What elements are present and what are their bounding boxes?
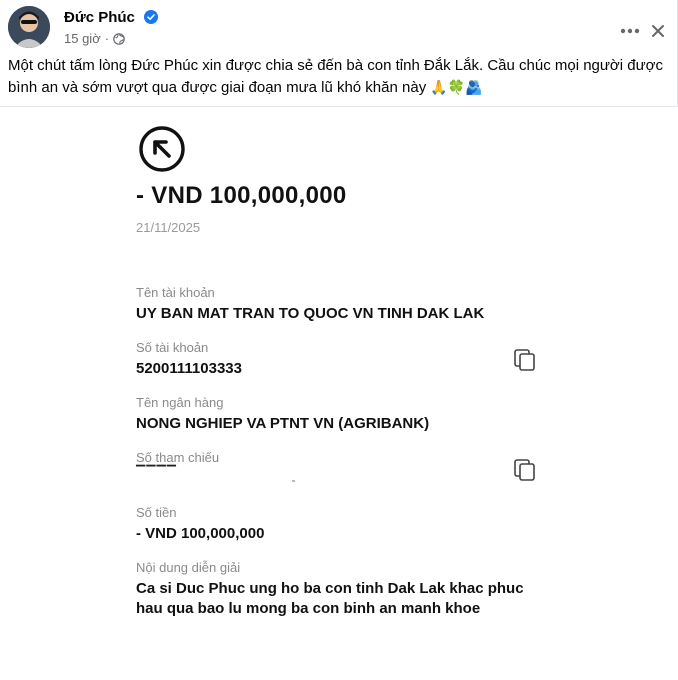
globe-icon[interactable] [113,33,125,48]
meta-separator: · [104,31,110,46]
post-caption: Một chút tấm lòng Đức Phúc xin được chia… [8,55,668,99]
amount-value: - VND 100,000,000 [136,525,265,542]
post-time[interactable]: 15 giờ [64,31,101,46]
description-line-1: Ca si Duc Phuc ung ho ba con tinh Dak La… [136,580,524,597]
bank-name-value: NONG NGHIEP VA PTNT VN (AGRIBANK) [136,415,430,432]
copy-account-number-icon[interactable] [512,347,538,373]
reference-number-value: ▔▔▔▔ [136,465,177,479]
more-options-icon[interactable] [615,16,645,46]
account-name-label: Tên tài khoản [136,285,215,300]
caption-emojis: 🙏🍀🫂 [430,80,483,96]
verified-badge-icon [144,10,159,28]
caption-text: Một chút tấm lòng Đức Phúc xin được chia… [8,57,663,96]
arrow-up-left-icon [139,126,185,172]
copy-reference-number-icon[interactable] [512,457,538,483]
amount-label: Số tiền [136,505,177,520]
close-icon[interactable] [643,16,673,46]
account-number-label: Số tài khoản [136,340,209,355]
author-avatar[interactable] [8,6,50,48]
facebook-post: Đức Phúc 15 giờ · Một chút tấm lòng Đức … [0,0,678,680]
post-meta: 15 giờ · [64,31,125,48]
description-label: Nội dung diễn giải [136,560,241,575]
account-number-value: 5200111103333 [136,360,242,377]
transfer-amount: - VND 100,000,000 [136,182,347,209]
account-name-value: UY BAN MAT TRAN TO QUOC VN TINH DAK LAK [136,305,485,322]
author-name-text[interactable]: Đức Phúc [64,9,135,26]
image-artifact [292,480,295,482]
transfer-date: 21/11/2025 [136,220,201,235]
bank-name-label: Tên ngân hàng [136,395,224,410]
description-line-2: hau qua bao lu mong ba con binh an manh … [136,600,481,617]
reference-number-label: Số tham chiếu [136,450,220,465]
transfer-receipt-image[interactable]: - VND 100,000,000 21/11/2025 Tên tài kho… [0,107,678,680]
post-header: Đức Phúc 15 giờ · [8,6,669,50]
author-name[interactable]: Đức Phúc [64,9,159,28]
